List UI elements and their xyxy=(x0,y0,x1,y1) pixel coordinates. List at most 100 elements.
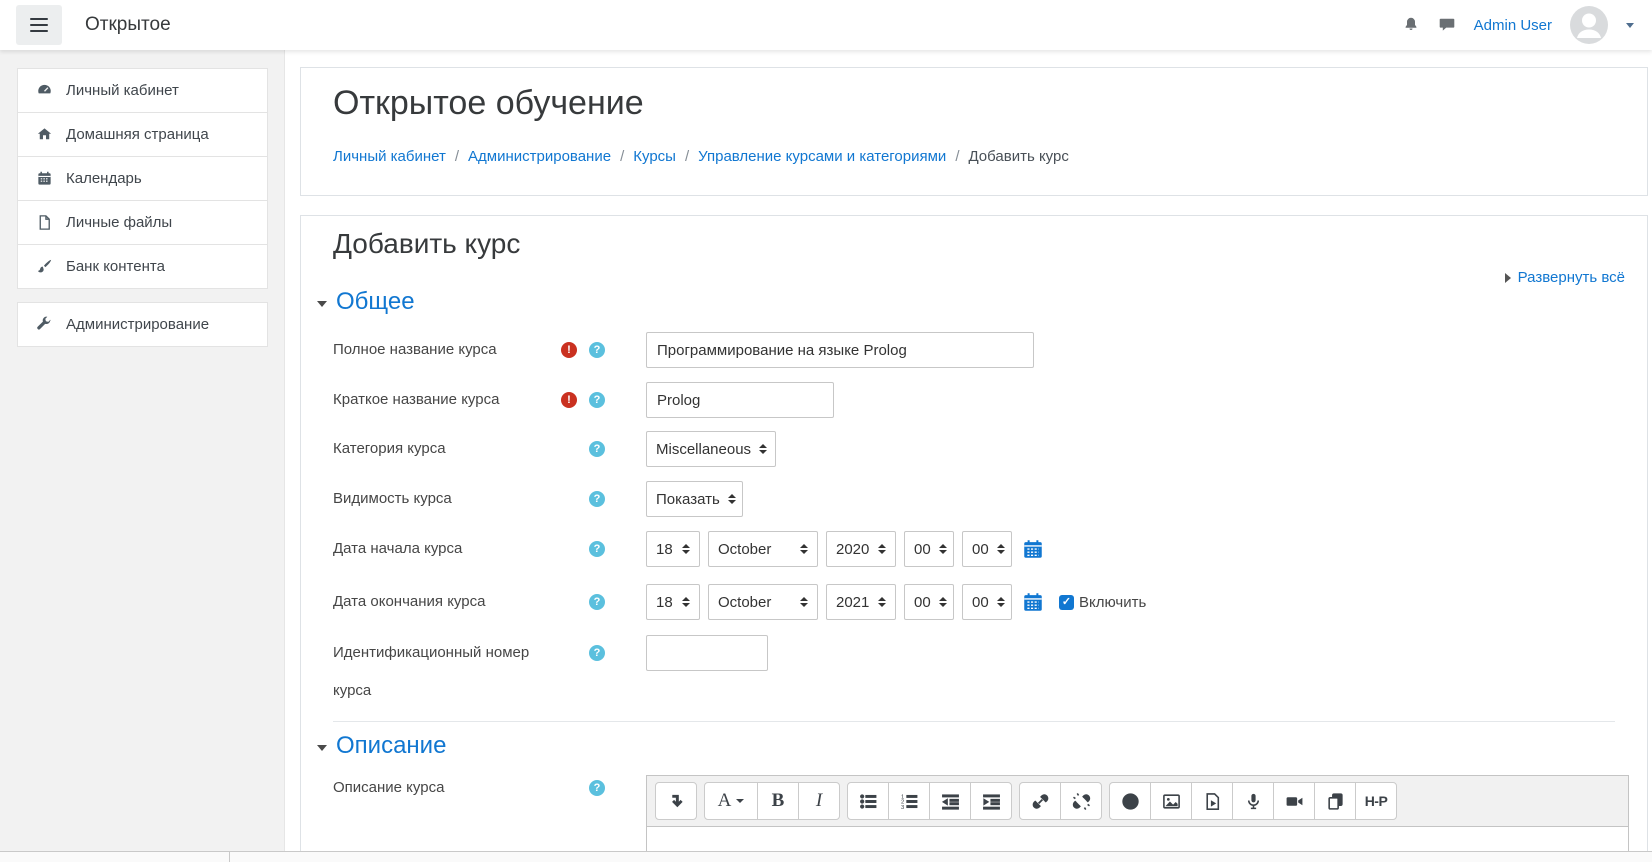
shortname-input[interactable] xyxy=(646,382,834,418)
field-label: Краткое название курса xyxy=(333,381,558,419)
section-general-header[interactable]: Общее xyxy=(317,288,415,316)
toolbar-collapse-button[interactable] xyxy=(655,782,697,820)
help-icon[interactable]: ? xyxy=(589,392,605,408)
field-label: Дата начала курса xyxy=(333,530,558,568)
toolbar-h5p-button[interactable]: H-P xyxy=(1355,782,1397,820)
enddate-minute-select[interactable]: 00 xyxy=(962,584,1012,620)
toolbar-outdent-button[interactable] xyxy=(929,782,971,820)
dashboard-icon xyxy=(36,82,53,99)
idnumber-input[interactable] xyxy=(646,635,768,671)
enddate-day-select[interactable]: 18 xyxy=(646,584,700,620)
section-description-header[interactable]: Описание xyxy=(317,732,446,760)
toolbar-link-button[interactable] xyxy=(1019,782,1061,820)
visibility-select[interactable]: Показать xyxy=(646,481,743,517)
sidebar-item-label: Домашняя страница xyxy=(66,126,209,143)
breadcrumb-link-dashboard[interactable]: Личный кабинет xyxy=(333,148,446,165)
toolbar-unlink-button[interactable] xyxy=(1060,782,1102,820)
messages-bubble-icon[interactable] xyxy=(1438,16,1456,34)
file-icon xyxy=(36,214,53,231)
field-label: Видимость курса xyxy=(333,480,558,518)
help-icon[interactable]: ? xyxy=(589,541,605,557)
user-avatar[interactable] xyxy=(1570,6,1608,44)
menu-toggle-button[interactable] xyxy=(16,5,62,45)
site-name-link[interactable]: Открытое xyxy=(85,0,171,50)
expand-all-link[interactable]: Развернуть всё xyxy=(1505,269,1625,286)
fullname-input[interactable] xyxy=(646,332,1034,368)
sidebar-item-content-bank[interactable]: Банк контента xyxy=(17,244,268,289)
bottom-edge-tick xyxy=(229,852,230,862)
moodle-add-course-page: Открытое Admin User xyxy=(0,0,1652,862)
toolbar-record-audio-button[interactable] xyxy=(1232,782,1274,820)
sidebar-item-home[interactable]: Домашняя страница xyxy=(17,112,268,157)
toolbar-media-button[interactable] xyxy=(1191,782,1233,820)
user-menu-caret-icon[interactable] xyxy=(1626,23,1634,28)
select-arrows-icon xyxy=(759,444,767,454)
toolbar-manage-files-button[interactable] xyxy=(1314,782,1356,820)
sidebar-item-dashboard[interactable]: Личный кабинет xyxy=(17,68,268,113)
toolbar-bold-button[interactable]: B xyxy=(757,782,799,820)
home-icon xyxy=(36,126,53,143)
notifications-bell-icon[interactable] xyxy=(1402,16,1420,34)
select-arrows-icon xyxy=(878,544,886,554)
breadcrumb-link-manage-courses[interactable]: Управление курсами и категориями xyxy=(698,148,946,165)
breadcrumb-separator: / xyxy=(455,148,459,165)
toolbar-record-video-button[interactable] xyxy=(1273,782,1315,820)
toolbar-indent-button[interactable] xyxy=(970,782,1012,820)
startdate-hour-select[interactable]: 00 xyxy=(904,531,954,567)
outdent-icon xyxy=(941,792,960,811)
toolbar-italic-button[interactable]: I xyxy=(798,782,840,820)
unlink-icon xyxy=(1072,792,1091,811)
select-arrows-icon xyxy=(939,597,947,607)
sidebar-item-administration[interactable]: Администрирование xyxy=(17,302,268,347)
category-select[interactable]: Miscellaneous xyxy=(646,431,776,467)
breadcrumb-separator: / xyxy=(685,148,689,165)
required-icon: ! xyxy=(561,392,577,408)
user-menu-name[interactable]: Admin User xyxy=(1474,17,1552,34)
required-icon: ! xyxy=(561,342,577,358)
breadcrumb-link-administration[interactable]: Администрирование xyxy=(468,148,611,165)
field-label: Описание курса xyxy=(333,769,558,807)
startdate-month-select[interactable]: October xyxy=(708,531,818,567)
toolbar-font-style-button[interactable]: A xyxy=(704,782,758,820)
help-icon[interactable]: ? xyxy=(589,780,605,796)
toolbar-image-button[interactable] xyxy=(1150,782,1192,820)
toolbar-ordered-list-button[interactable]: 123 xyxy=(888,782,930,820)
expand-all-arrow-icon xyxy=(1505,273,1511,283)
enddate-hour-select[interactable]: 00 xyxy=(904,584,954,620)
breadcrumb-current: Добавить курс xyxy=(968,148,1068,165)
atto-editor: A B I xyxy=(646,775,1629,852)
enddate-year-select[interactable]: 2021 xyxy=(826,584,896,620)
startdate-day-select[interactable]: 18 xyxy=(646,531,700,567)
breadcrumb-link-courses[interactable]: Курсы xyxy=(633,148,676,165)
description-textarea[interactable] xyxy=(646,827,1629,852)
numbered-list-icon: 123 xyxy=(900,792,919,811)
calendar-picker-icon[interactable] xyxy=(1023,592,1043,612)
calendar-picker-icon[interactable] xyxy=(1023,539,1043,559)
select-arrows-icon xyxy=(800,597,808,607)
startdate-year-select[interactable]: 2020 xyxy=(826,531,896,567)
sidebar-item-calendar[interactable]: Календарь xyxy=(17,156,268,201)
media-file-icon xyxy=(1203,792,1222,811)
select-arrows-icon xyxy=(800,544,808,554)
form-row-fullname: Полное название курса ! ? xyxy=(301,331,1647,369)
help-icon[interactable]: ? xyxy=(589,645,605,661)
toolbar-unordered-list-button[interactable] xyxy=(847,782,889,820)
sidebar-item-private-files[interactable]: Личные файлы xyxy=(17,200,268,245)
form-row-shortname: Краткое название курса ! ? xyxy=(301,381,1647,419)
enddate-enable-checkbox[interactable]: ✓ Включить xyxy=(1059,594,1146,611)
breadcrumb: Личный кабинет / Администрирование / Кур… xyxy=(333,148,1069,165)
startdate-minute-select[interactable]: 00 xyxy=(962,531,1012,567)
wrench-icon xyxy=(36,316,53,333)
bottom-page-edge xyxy=(0,851,1652,862)
calendar-icon xyxy=(36,170,53,187)
help-icon[interactable]: ? xyxy=(589,491,605,507)
help-icon[interactable]: ? xyxy=(589,342,605,358)
navbar-right-cluster: Admin User xyxy=(1402,0,1634,50)
enddate-month-select[interactable]: October xyxy=(708,584,818,620)
select-arrows-icon xyxy=(682,597,690,607)
help-icon[interactable]: ? xyxy=(589,594,605,610)
toolbar-emoji-button[interactable] xyxy=(1109,782,1151,820)
page-header-card: Открытое обучение Личный кабинет / Админ… xyxy=(300,67,1648,196)
form-title: Добавить курс xyxy=(333,228,520,260)
help-icon[interactable]: ? xyxy=(589,441,605,457)
